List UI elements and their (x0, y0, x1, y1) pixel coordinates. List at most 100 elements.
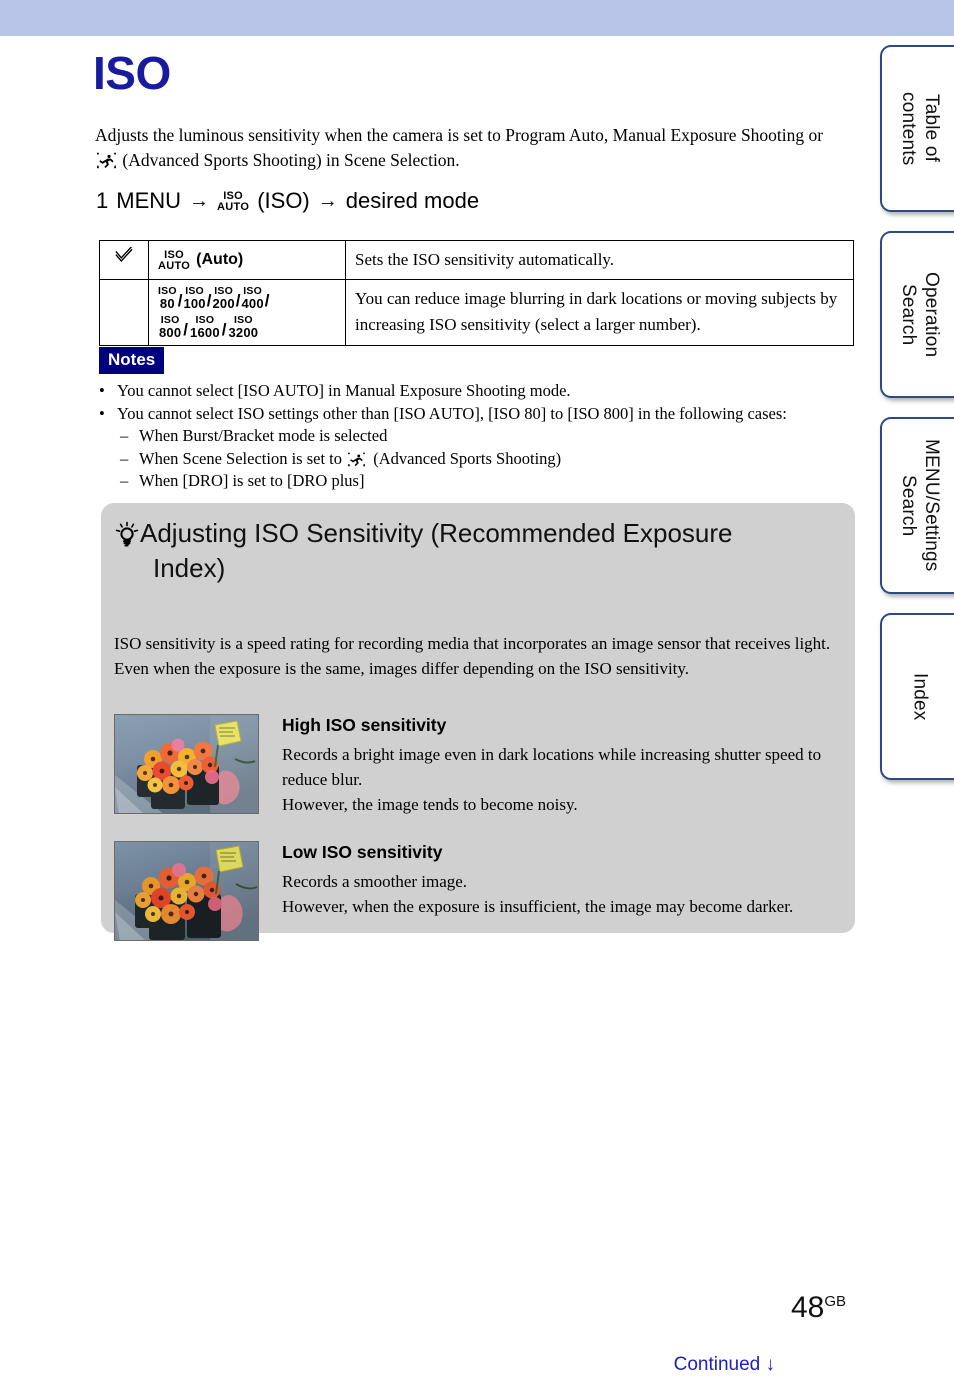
row-option-cell-values: ISO 80 / ISO 100 / ISO 200 / ISO 400 / ISO 80… (148, 279, 346, 346)
iso-value-800: ISO 800 (159, 315, 181, 339)
iso-number: 3200 (228, 324, 259, 340)
iso-auto-icon-line2: AUTO (217, 201, 250, 213)
tip-body-line2: However, the image tends to become noisy… (282, 795, 578, 814)
tip-entry-high-iso: High ISO sensitivity Records a bright im… (114, 714, 844, 817)
tip-subtitle: High ISO sensitivity (282, 715, 447, 735)
step-number: 1 (96, 188, 109, 213)
sidebar-item-label: MENU/Settings Search (898, 439, 942, 572)
intro-paragraph: Adjusts the luminous sensitivity when th… (95, 123, 825, 173)
iso-value-400: ISO 400 (242, 286, 264, 310)
intro-text-before-icon: Adjusts the luminous sensitivity when th… (95, 125, 824, 145)
list-item: – When [DRO] is set to [DRO plus] (120, 470, 859, 493)
list-item: – When Scene Selection is set to (Advanc… (120, 448, 859, 471)
flowers-photo-low-iso (114, 841, 259, 941)
intro-text-after-icon: (Advanced Sports Shooting) in Scene Sele… (118, 150, 460, 170)
step-target-label: desired mode (345, 188, 480, 213)
tip-subtitle: Low ISO sensitivity (282, 842, 443, 862)
iso-separator: / (235, 290, 241, 310)
iso-separator: / (221, 319, 227, 339)
sidebar-item-table-of-contents[interactable]: Table of contents (880, 45, 954, 212)
sidebar-item-label: Table of contents (898, 91, 942, 166)
iso-options-table: ISO AUTO (Auto) Sets the ISO sensitivity… (99, 240, 854, 346)
tip-paragraph: ISO sensitivity is a speed rating for re… (114, 634, 831, 678)
tip-text-high-iso: High ISO sensitivity Records a bright im… (282, 714, 844, 817)
advanced-sports-shooting-icon (347, 451, 368, 468)
row-check-cell (99, 240, 149, 280)
tip-entry-low-iso: Low ISO sensitivity Records a smoother i… (114, 841, 844, 941)
option-auto: ISO AUTO (Auto) (158, 247, 336, 273)
dash-icon: – (120, 426, 129, 445)
option-auto-label: (Auto) (196, 251, 244, 268)
iso-number: 800 (159, 324, 182, 340)
sidebar-item-menu-settings-search[interactable]: MENU/Settings Search (880, 417, 954, 594)
sidebar-item-index[interactable]: Index (880, 613, 954, 780)
tip-body-line2: However, when the exposure is insufficie… (282, 897, 794, 916)
note-text: You cannot select ISO settings other tha… (117, 403, 787, 423)
tip-heading-line1: Adjusting ISO Sensitivity (Recommended E… (140, 518, 733, 548)
iso-values-row-2: ISO 800 / ISO 1600 / ISO 3200 (158, 315, 336, 339)
step-instruction: 1 MENU → ISO AUTO (ISO) → desired mode (96, 188, 479, 214)
checkmark-icon (114, 245, 134, 265)
table-row: ISO 80 / ISO 100 / ISO 200 / ISO 400 / ISO 80… (99, 279, 854, 346)
arrow-right-icon-2: → (317, 190, 338, 212)
side-tab-rail: Table of contents Operation Search MENU/… (880, 45, 954, 799)
iso-separator: / (177, 290, 183, 310)
bullet-icon: • (99, 403, 105, 423)
step-menu-label: MENU (116, 188, 182, 213)
iso-number: 100 (183, 295, 206, 311)
flowers-photo-high-iso (114, 714, 259, 814)
continued-label: Continued (673, 1354, 761, 1375)
continued-link[interactable]: Continued ↓ (674, 1354, 775, 1376)
arrow-down-icon: ↓ (765, 1354, 776, 1375)
note-subtext-before-icon: When Scene Selection is set to (139, 448, 347, 468)
note-subtext: When [DRO] is set to [DRO plus] (139, 471, 365, 490)
list-item: • You cannot select [ISO AUTO] in Manual… (99, 380, 859, 403)
iso-number: 200 (212, 295, 235, 311)
row-option-cell: ISO AUTO (Auto) (148, 240, 346, 280)
list-item: – When Burst/Bracket mode is selected (120, 425, 859, 448)
iso-auto-icon: ISO AUTO (217, 191, 249, 213)
bullet-icon: • (99, 381, 105, 400)
row-description-cell: Sets the ISO sensitivity automatically. (345, 240, 854, 280)
notes-list: • You cannot select [ISO AUTO] in Manual… (99, 380, 859, 493)
page-number-value: 48 (790, 1291, 825, 1324)
iso-values-row-1: ISO 80 / ISO 100 / ISO 200 / ISO 400 / (158, 286, 336, 310)
sidebar-item-label: Index (909, 672, 931, 721)
page-content: ISO Adjusts the luminous sensitivity whe… (0, 36, 880, 1375)
iso-value-3200: ISO 3200 (229, 315, 259, 339)
note-subtext-wrap: When Scene Selection is set to (Advanced… (139, 448, 561, 471)
dash-icon: – (120, 471, 129, 490)
notes-badge: Notes (99, 347, 165, 374)
tip-text-low-iso: Low ISO sensitivity Records a smoother i… (282, 841, 844, 941)
step-iso-label: (ISO) (257, 188, 310, 213)
tip-box: Adjusting ISO Sensitivity (Recommended E… (101, 503, 855, 941)
table-row: ISO AUTO (Auto) Sets the ISO sensitivity… (99, 240, 854, 280)
iso-value-200: ISO 200 (212, 286, 234, 310)
tip-heading: Adjusting ISO Sensitivity (Recommended E… (115, 516, 837, 586)
page-title: ISO (93, 47, 171, 99)
note-subtext: When Burst/Bracket mode is selected (139, 426, 388, 445)
page-number-suffix: GB (824, 1293, 846, 1310)
iso-auto-icon-table: ISO AUTO (158, 250, 190, 272)
iso-value-80: ISO 80 (158, 286, 177, 310)
advanced-sports-shooting-icon (96, 151, 117, 169)
iso-separator: / (183, 319, 189, 339)
row-description-cell: You can reduce image blurring in dark lo… (345, 279, 854, 346)
sidebar-item-operation-search[interactable]: Operation Search (880, 231, 954, 398)
arrow-right-icon-1: → (189, 190, 210, 212)
iso-value-100: ISO 100 (183, 286, 205, 310)
tip-heading-line2: Index) (153, 553, 226, 583)
page-number: 48GB (791, 1291, 846, 1325)
iso-value-1600: ISO 1600 (190, 315, 220, 339)
iso-separator: / (206, 290, 212, 310)
iso-separator: / (264, 290, 270, 310)
note-text: You cannot select [ISO AUTO] in Manual E… (117, 381, 571, 400)
iso-number: 80 (159, 295, 175, 311)
iso-number: 1600 (190, 324, 220, 340)
header-band (0, 0, 954, 36)
dash-icon: – (120, 448, 129, 468)
row-check-cell-empty (99, 279, 149, 346)
iso-number: 400 (241, 295, 264, 311)
list-item: • You cannot select ISO settings other t… (99, 403, 859, 426)
tip-body-line1: Records a bright image even in dark loca… (282, 745, 822, 789)
